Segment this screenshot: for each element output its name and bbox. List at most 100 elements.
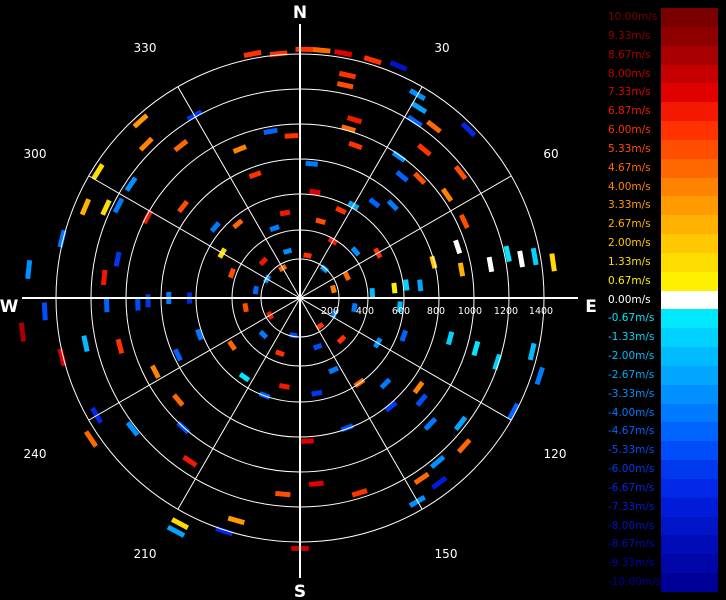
- velocity-bin: [132, 113, 149, 129]
- legend-swatch: [661, 196, 718, 216]
- legend-entry: 5.33m/s: [606, 139, 718, 159]
- velocity-bin: [328, 365, 340, 375]
- velocity-bin: [346, 115, 363, 125]
- velocity-bin: [209, 221, 221, 233]
- velocity-bin: [124, 176, 138, 192]
- velocity-bin: [18, 322, 27, 342]
- velocity-bin: [112, 197, 125, 214]
- legend-entry: -6.67m/s: [606, 478, 718, 498]
- velocity-bin: [252, 285, 259, 295]
- velocity-bin: [456, 438, 472, 454]
- compass-label-s: S: [294, 582, 306, 600]
- legend-label: 4.00m/s: [608, 180, 651, 193]
- velocity-bin: [440, 187, 454, 203]
- velocity-bin: [431, 475, 448, 490]
- legend-label: -4.00m/s: [608, 406, 655, 419]
- velocity-bin: [150, 364, 161, 379]
- legend-swatch: [661, 102, 718, 122]
- velocity-bin: [227, 267, 236, 279]
- azimuth-label-60: 60: [543, 147, 558, 161]
- velocity-bin: [389, 60, 408, 72]
- legend-label: -6.67m/s: [608, 481, 655, 494]
- velocity-bin: [534, 366, 545, 386]
- legend-swatch: [661, 64, 718, 84]
- legend-entry: 4.00m/s: [606, 177, 718, 197]
- velocity-bin: [336, 81, 354, 90]
- velocity-bin: [453, 415, 468, 432]
- velocity-bin: [242, 302, 249, 313]
- velocity-bin: [258, 256, 269, 267]
- velocity-bin: [391, 282, 398, 294]
- legend-swatch: [661, 26, 718, 46]
- legend-entry: -10.00m/s: [606, 573, 718, 592]
- azimuth-label-300: 300: [24, 147, 47, 161]
- legend-swatch: [661, 365, 718, 385]
- legend-entry: -8.67m/s: [606, 535, 718, 555]
- legend-entry: -1.33m/s: [606, 328, 718, 348]
- range-label-200: 200: [321, 306, 339, 317]
- velocity-bin: [103, 297, 110, 313]
- velocity-bin: [406, 114, 423, 128]
- legend-entry: -4.00m/s: [606, 403, 718, 423]
- velocity-bin: [275, 349, 285, 358]
- range-tick-labels: 200 400 600 800 1000 1200 1400: [321, 306, 553, 317]
- legend-swatch: [661, 45, 718, 65]
- legend-label: -2.67m/s: [608, 368, 655, 381]
- velocity-bin: [336, 334, 347, 345]
- legend-entry: -2.67m/s: [606, 365, 718, 385]
- azimuth-label-30: 30: [434, 41, 449, 55]
- legend-label: -1.33m/s: [608, 331, 655, 344]
- velocity-bin: [413, 471, 430, 486]
- legend-label: -9.33m/s: [608, 557, 655, 570]
- velocity-bin: [399, 329, 409, 342]
- velocity-bin: [301, 438, 314, 444]
- velocity-bin: [279, 209, 291, 217]
- legend-label: 0.67m/s: [608, 274, 651, 287]
- range-label-1000: 1000: [458, 306, 482, 317]
- velocity-bin: [503, 245, 512, 263]
- velocity-bin: [115, 338, 125, 354]
- azimuth-label-240: 240: [24, 447, 47, 461]
- legend-swatch: [661, 535, 718, 555]
- velocity-bin: [308, 480, 324, 487]
- legend-label: -4.67m/s: [608, 425, 655, 438]
- legend-entry: -8.00m/s: [606, 516, 718, 536]
- legend-label: -0.67m/s: [608, 312, 655, 325]
- range-label-400: 400: [356, 306, 374, 317]
- velocity-bin: [348, 140, 363, 151]
- legend-entry: 7.33m/s: [606, 83, 718, 103]
- legend-label: 2.67m/s: [608, 218, 651, 231]
- velocity-bin: [81, 335, 90, 353]
- velocity-bin: [269, 224, 280, 233]
- velocity-bin: [258, 329, 269, 340]
- legend-label: 10.00m/s: [608, 11, 658, 23]
- legend-swatch: [661, 121, 718, 140]
- legend-label: -8.67m/s: [608, 538, 655, 551]
- legend-swatch: [661, 478, 718, 498]
- velocity-color-legend: 10.00m/s 9.33m/s 8.67m/s 8.00m/s 7.33m/s 6.87…: [606, 8, 718, 592]
- legend-entry: -7.33m/s: [606, 497, 718, 517]
- legend-label: -5.33m/s: [608, 444, 655, 457]
- legend-swatch: [661, 422, 718, 442]
- legend-label: 6.87m/s: [608, 105, 651, 118]
- velocity-bin: [413, 171, 427, 185]
- velocity-bin: [83, 430, 98, 448]
- velocity-bin: [278, 383, 290, 390]
- velocity-bin: [295, 46, 314, 53]
- velocity-bin: [517, 250, 525, 268]
- legend-entry: 9.33m/s: [606, 26, 718, 46]
- legend-label: 6.00m/s: [608, 124, 651, 137]
- velocity-bin: [145, 294, 151, 308]
- velocity-bin: [453, 239, 463, 255]
- legend-entry: -3.33m/s: [606, 384, 718, 404]
- velocity-bin: [227, 515, 245, 526]
- legend-swatch: [661, 516, 718, 536]
- velocity-bin: [391, 150, 407, 163]
- velocity-bin: [227, 340, 237, 351]
- velocity-bin: [173, 139, 189, 153]
- velocity-bin: [91, 163, 105, 181]
- velocity-bin: [243, 49, 262, 59]
- legend-swatch: [661, 573, 718, 592]
- legend-label: 0.00m/s: [608, 293, 651, 306]
- velocity-bin: [386, 199, 399, 212]
